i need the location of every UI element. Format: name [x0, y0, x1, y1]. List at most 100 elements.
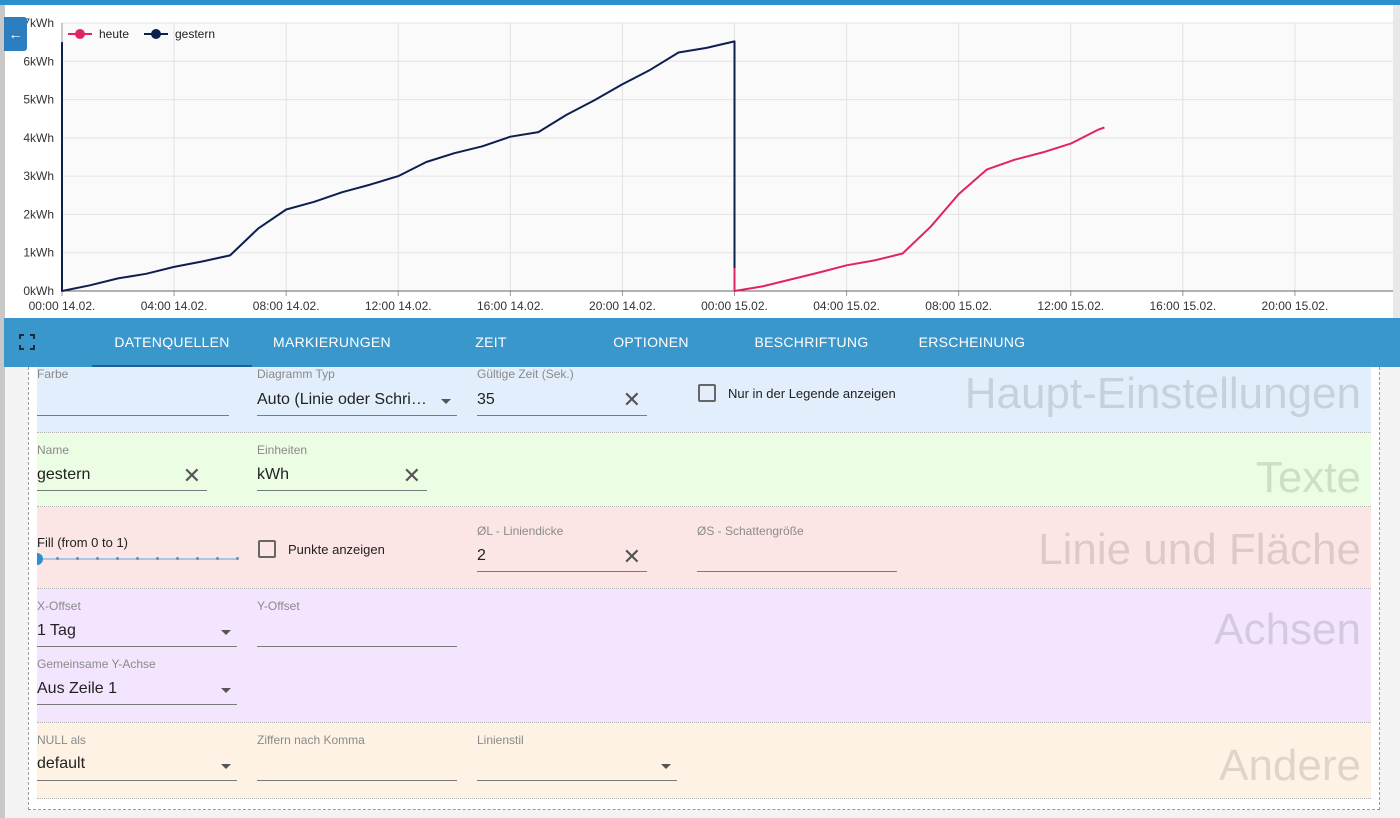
valid-time-value: 35: [477, 391, 495, 408]
fill-slider-thumb[interactable]: [37, 553, 43, 565]
x-tick-label: 16:00 15.02.: [1149, 299, 1216, 313]
show-points-checkbox[interactable]: [258, 540, 276, 558]
legend-label-gestern: gestern: [175, 27, 215, 41]
clear-icon[interactable]: ✕: [403, 465, 421, 487]
x-tick-label: 12:00 14.02.: [365, 299, 432, 313]
slider-tick: [116, 557, 119, 560]
underline: [37, 780, 237, 781]
shadow-size-label: ØS - Schattengröße: [697, 524, 804, 538]
chevron-down-icon[interactable]: [441, 399, 451, 404]
fullscreen-icon[interactable]: [19, 334, 35, 350]
x-tick-label: 08:00 14.02.: [253, 299, 320, 313]
y-offset-input[interactable]: Y-Offset: [257, 599, 457, 649]
clear-icon[interactable]: ✕: [623, 546, 641, 568]
units-input[interactable]: Einheiten kWh ✕: [257, 443, 427, 493]
legend-only-label: Nur in der Legende anzeigen: [728, 386, 896, 401]
section-title: Haupt-Einstellungen: [964, 369, 1361, 418]
null-as-value: default: [37, 755, 86, 772]
chevron-down-icon[interactable]: [221, 688, 231, 693]
y-tick-label: 4kWh: [23, 131, 54, 145]
x-tick-label: 16:00 14.02.: [477, 299, 544, 313]
slider-tick: [136, 557, 139, 560]
name-input[interactable]: Name gestern ✕: [37, 443, 207, 493]
tab-zeit[interactable]: ZEIT: [451, 318, 531, 367]
section-title: Linie und Fläche: [1038, 525, 1361, 574]
y-tick-label: 7kWh: [23, 16, 54, 30]
x-offset-value: 1 Tag: [37, 622, 76, 639]
chart-type-select[interactable]: Diagramm Typ Auto (Linie oder Schri…: [257, 367, 457, 417]
underline: [37, 704, 237, 705]
section-title: Andere: [1219, 741, 1361, 790]
x-offset-select[interactable]: X-Offset 1 Tag: [37, 599, 237, 649]
underline: [477, 415, 647, 416]
chevron-down-icon[interactable]: [221, 764, 231, 769]
chart-type-label: Diagramm Typ: [257, 367, 335, 381]
tab-erscheinung[interactable]: ERSCHEINUNG: [907, 318, 1037, 367]
underline: [697, 571, 897, 572]
section-line-and-area: Linie und Fläche Fill (from 0 to 1) Punk…: [37, 507, 1371, 589]
x-tick-label: 20:00 15.02.: [1262, 299, 1329, 313]
tab-optionen[interactable]: OPTIONEN: [601, 318, 701, 367]
x-tick-label: 00:00 15.02.: [701, 299, 768, 313]
y-tick-label: 5kWh: [23, 93, 54, 107]
x-tick-label: 12:00 15.02.: [1037, 299, 1104, 313]
chevron-down-icon[interactable]: [661, 764, 671, 769]
shared-y-axis-value: Aus Zeile 1: [37, 680, 118, 697]
line-width-input[interactable]: ØL - Liniendicke 2 ✕: [477, 524, 647, 574]
underline: [37, 415, 229, 416]
left-edge-strip: [0, 5, 5, 818]
tab-markierungen[interactable]: MARKIERUNGEN: [262, 318, 402, 367]
legend-only-checkbox[interactable]: [698, 384, 716, 402]
decimals-input[interactable]: Ziffern nach Komma: [257, 733, 457, 783]
y-tick-label: 2kWh: [23, 207, 54, 221]
legend-marker-gestern: [151, 29, 161, 39]
slider-tick: [156, 557, 159, 560]
shadow-size-input[interactable]: ØS - Schattengröße: [697, 524, 897, 574]
tab-beschriftung[interactable]: BESCHRIFTUNG: [744, 318, 879, 367]
valid-time-input[interactable]: Gültige Zeit (Sek.) 35 ✕: [477, 367, 647, 417]
underline: [257, 415, 457, 416]
shared-y-axis-select[interactable]: Gemeinsame Y-Achse Aus Zeile 1: [37, 657, 237, 707]
x-tick-label: 04:00 14.02.: [141, 299, 208, 313]
data-source-panel: Haupt-Einstellungen Farbe Diagramm Typ A…: [28, 367, 1380, 810]
color-label: Farbe: [37, 367, 69, 381]
x-tick-label: 00:00 14.02.: [29, 299, 96, 313]
energy-line-chart: 0kWh 1kWh 2kWh 3kWh 4kWh 5kWh 6kWh 7kWh 00:00 14…: [23, 16, 1393, 313]
section-other: Andere NULL als default Ziffern nach Kom…: [37, 723, 1371, 799]
chart-scrollbar[interactable]: [1393, 5, 1400, 318]
legend-marker-heute: [75, 29, 85, 39]
underline: [37, 490, 207, 491]
line-style-label: Linienstil: [477, 733, 524, 747]
shared-y-axis-label: Gemeinsame Y-Achse: [37, 657, 156, 671]
y-tick-label: 3kWh: [23, 169, 54, 183]
underline: [257, 780, 457, 781]
underline: [37, 646, 237, 647]
y-tick-label: 1kWh: [23, 246, 54, 260]
back-button[interactable]: ←: [4, 17, 27, 51]
name-value: gestern: [37, 466, 91, 483]
y-offset-label: Y-Offset: [257, 599, 300, 613]
section-axes: Achsen X-Offset 1 Tag Y-Offset Gemeinsam…: [37, 589, 1371, 723]
x-offset-label: X-Offset: [37, 599, 81, 613]
clear-icon[interactable]: ✕: [183, 465, 201, 487]
chevron-down-icon[interactable]: [221, 630, 231, 635]
units-value: kWh: [257, 466, 289, 483]
slider-tick: [96, 557, 99, 560]
clear-icon[interactable]: ✕: [623, 389, 641, 411]
plot-background: [62, 23, 1393, 291]
slider-tick: [176, 557, 179, 560]
slider-tick: [236, 557, 239, 560]
show-points-label: Punkte anzeigen: [288, 542, 385, 557]
line-style-select[interactable]: Linienstil: [477, 733, 677, 783]
null-as-select[interactable]: NULL als default: [37, 733, 237, 783]
y-tick-label: 6kWh: [23, 54, 54, 68]
underline: [477, 571, 647, 572]
name-label: Name: [37, 443, 70, 457]
slider-tick: [76, 557, 79, 560]
tab-datenquellen[interactable]: DATENQUELLEN: [92, 318, 252, 367]
x-tick-label: 20:00 14.02.: [589, 299, 656, 313]
line-width-value: 2: [477, 547, 486, 564]
chart-type-value: Auto (Linie oder Schri…: [257, 391, 427, 408]
color-field[interactable]: Farbe: [37, 367, 229, 417]
section-texts: Texte Name gestern ✕ Einheiten kWh ✕: [37, 433, 1371, 507]
